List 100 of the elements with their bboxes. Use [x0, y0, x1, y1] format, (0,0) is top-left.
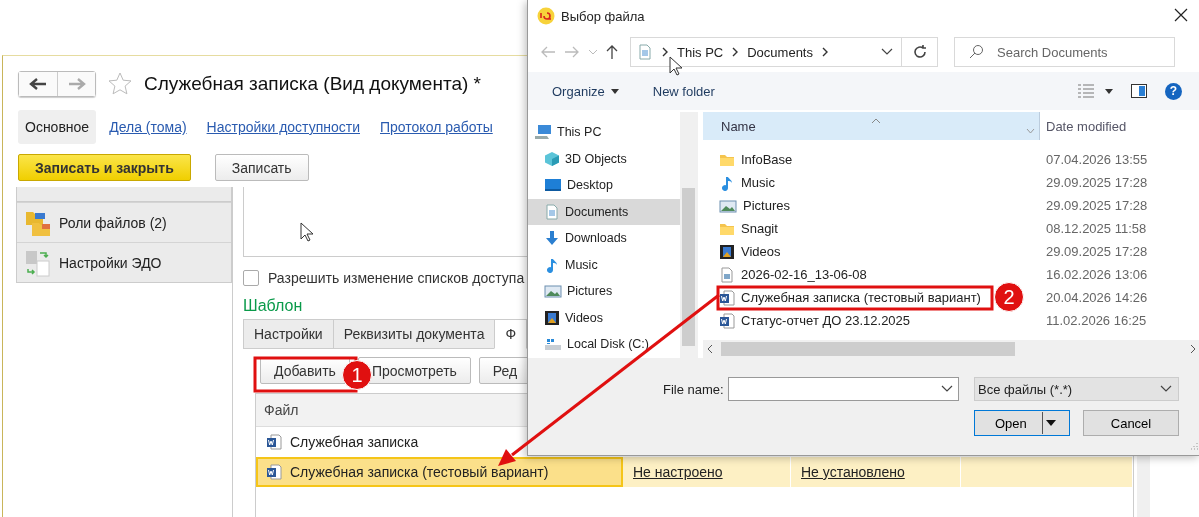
- navigation-item[interactable]: Pictures: [528, 278, 680, 305]
- document-exchange-icon: [25, 248, 51, 277]
- column-header: Файл: [264, 402, 299, 418]
- file-date: 20.04.2026 14:26: [1046, 290, 1148, 305]
- file-name[interactable]: Статус-отчет ДО 23.12.2025: [741, 313, 911, 328]
- section-tab[interactable]: Основное: [18, 110, 97, 144]
- navigation-item[interactable]: 3D Objects: [528, 145, 680, 172]
- forward-arrow-icon: [564, 46, 580, 58]
- scrollbar[interactable]: [703, 340, 1199, 358]
- monitor-icon: [544, 177, 562, 194]
- section-tab[interactable]: Протокол работы: [373, 110, 500, 144]
- file-name[interactable]: Music: [741, 175, 775, 190]
- film-icon: [544, 309, 560, 326]
- search-field[interactable]: Search Documents: [954, 37, 1175, 67]
- drive-icon: [544, 336, 562, 353]
- dialog-title: Выбор файла: [561, 8, 646, 24]
- file-type-dropdown[interactable]: Все файлы (*.*): [974, 377, 1179, 401]
- column-dropdown-icon: [1026, 128, 1035, 134]
- section-heading: Шаблон: [243, 297, 303, 315]
- film-icon: [719, 243, 735, 260]
- new-folder-button[interactable]: New folder: [648, 79, 719, 103]
- organize-menu[interactable]: Organize: [548, 79, 623, 103]
- arrow-right-icon: [67, 78, 86, 90]
- navigation-item[interactable]: Music: [528, 251, 680, 278]
- back-button[interactable]: [19, 72, 57, 96]
- document-title: Служебная записка (Вид документа) *: [144, 73, 481, 95]
- scrollbar[interactable]: [1137, 455, 1150, 517]
- file-date: 29.09.2025 17:28: [1046, 198, 1148, 213]
- cube-icon: [544, 150, 560, 167]
- file-name[interactable]: Snagit: [741, 221, 778, 236]
- download-arrow-icon: [544, 230, 560, 247]
- document-icon: [544, 203, 560, 220]
- file-name-field[interactable]: [728, 377, 959, 401]
- refresh-button[interactable]: [902, 37, 938, 67]
- template-tab[interactable]: Ф: [494, 319, 528, 349]
- navigation-item[interactable]: Videos: [528, 304, 680, 331]
- file-name[interactable]: InfoBase: [741, 152, 793, 167]
- address-dropdown-icon: [881, 48, 893, 56]
- resize-grip-icon: [1190, 442, 1198, 450]
- file-name-label: File name:: [663, 381, 725, 397]
- status-link[interactable]: Не настроено: [633, 464, 723, 480]
- save-button[interactable]: Записать: [214, 154, 309, 181]
- music-note-icon: [719, 174, 735, 191]
- word-document-icon: [719, 312, 735, 329]
- word-document-icon: [719, 289, 735, 306]
- navigation-item[interactable]: Desktop: [528, 172, 680, 199]
- cancel-button[interactable]: Cancel: [1083, 410, 1179, 436]
- file-date: 29.09.2025 17:28: [1046, 244, 1148, 259]
- scrollbar[interactable]: [680, 112, 698, 358]
- caret-icon: [1045, 420, 1056, 426]
- template-tab[interactable]: Реквизиты документа: [332, 319, 496, 349]
- back-arrow-icon: [540, 46, 556, 58]
- close-icon: [1174, 7, 1188, 22]
- music-note-icon: [544, 256, 560, 273]
- navigation-item[interactable]: Documents: [528, 198, 680, 225]
- navigation-item[interactable]: This PC: [528, 119, 680, 146]
- star-icon: [108, 72, 132, 96]
- status-link[interactable]: Не установлено: [801, 464, 905, 480]
- table-row[interactable]: Служебная записка (тестовый вариант) Не настроено Не установлено: [256, 457, 1133, 487]
- navigation-item[interactable]: Local Disk (C:): [528, 331, 680, 358]
- up-arrow-icon: [606, 44, 618, 60]
- navigation-item[interactable]: Downloads: [528, 225, 680, 252]
- help-button[interactable]: ?: [1165, 82, 1182, 100]
- file-name[interactable]: Videos: [741, 244, 781, 259]
- save-and-close-button[interactable]: Записать и закрыть: [18, 154, 191, 181]
- file-name[interactable]: Pictures: [743, 198, 790, 213]
- template-tab[interactable]: Настройки: [243, 319, 334, 349]
- dropdown-icon: [941, 385, 953, 393]
- open-button[interactable]: Open: [974, 410, 1070, 436]
- file-name[interactable]: Служебная записка (тестовый вариант): [741, 290, 981, 305]
- chevron-right-icon: [661, 47, 669, 57]
- word-document-icon: [266, 464, 282, 480]
- picture-icon: [719, 197, 737, 214]
- checkbox-label: Разрешить изменение списков доступа: [268, 270, 525, 286]
- breadcrumb-item[interactable]: Documents: [747, 44, 813, 60]
- file-name[interactable]: 2026-02-16_13-06-08: [741, 267, 867, 282]
- dropdown-icon: [1160, 385, 1172, 393]
- sidebar-item[interactable]: Роли файлов (2): [59, 214, 167, 231]
- cursor-icon: [300, 222, 314, 242]
- search-icon: [968, 44, 984, 60]
- word-document-icon: [266, 434, 282, 450]
- chevron-right-icon: [821, 47, 829, 57]
- section-tab[interactable]: Дела (тома): [102, 110, 194, 144]
- file-date: 11.02.2026 16:25: [1046, 313, 1147, 328]
- refresh-icon: [911, 44, 928, 60]
- sidebar-item[interactable]: Настройки ЭДО: [59, 254, 162, 271]
- app-logo-icon: [537, 7, 555, 25]
- file-name: Служебная записка (тестовый вариант): [290, 464, 549, 480]
- caret-icon: [610, 88, 619, 94]
- checkbox[interactable]: [243, 270, 259, 286]
- column-header[interactable]: Date modified: [1040, 112, 1127, 140]
- breadcrumb-item[interactable]: This PC: [677, 44, 724, 60]
- address-bar[interactable]: This PC Documents: [630, 37, 902, 67]
- recent-caret-icon: [588, 48, 598, 56]
- arrow-left-icon: [29, 78, 47, 90]
- picture-icon: [544, 283, 562, 300]
- file-name: Служебная записка: [290, 434, 419, 450]
- view-list-icon: [1077, 83, 1095, 99]
- column-header[interactable]: Name: [703, 112, 1040, 140]
- section-tab[interactable]: Настройки доступности: [199, 110, 367, 144]
